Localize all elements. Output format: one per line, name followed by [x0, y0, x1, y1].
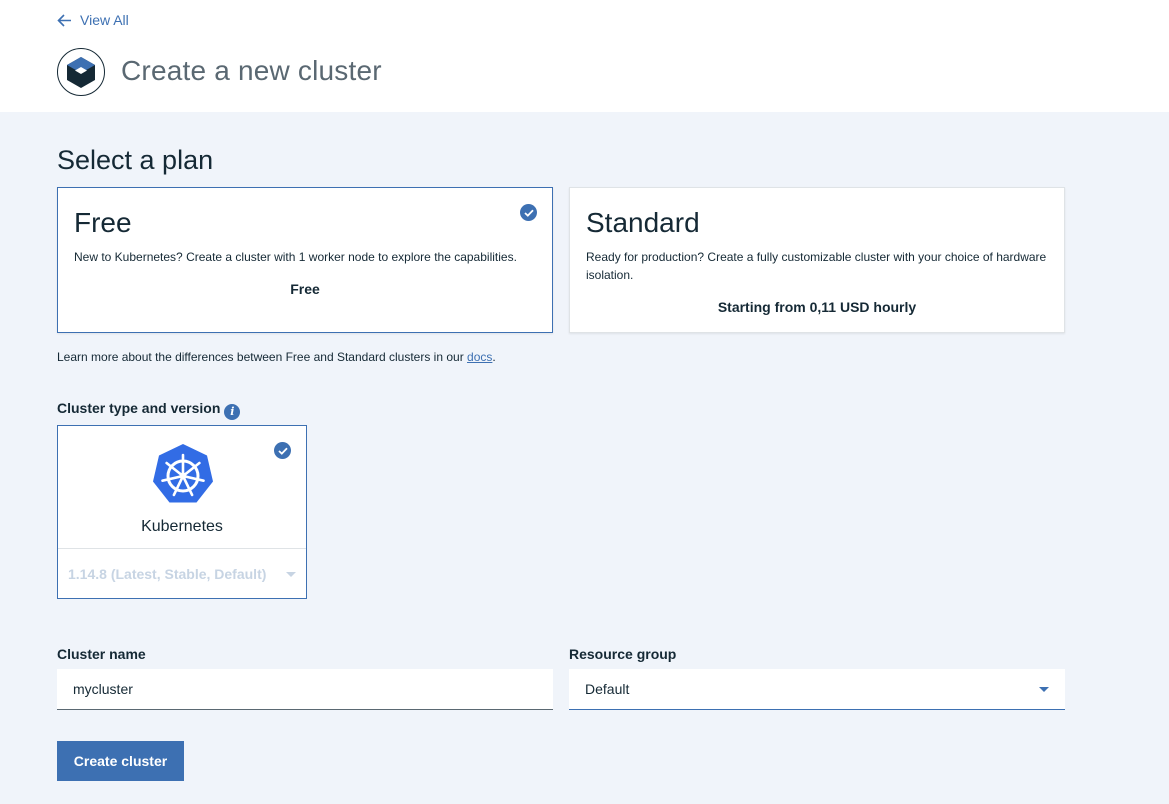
checkmark-icon [274, 442, 291, 459]
cube-icon [67, 57, 95, 88]
plan-name: Standard [586, 207, 700, 238]
chevron-down-icon [286, 571, 296, 577]
checkmark-icon [520, 204, 537, 221]
cluster-name-input[interactable]: mycluster [57, 669, 553, 710]
docs-link[interactable]: docs [467, 350, 492, 364]
plan-description: Ready for production? Create a fully cus… [586, 250, 1047, 282]
learn-more-text: Learn more about the differences between… [57, 350, 496, 364]
kubernetes-service-logo [57, 48, 105, 96]
create-cluster-button[interactable]: Create cluster [57, 741, 184, 781]
info-icon[interactable]: i [224, 403, 241, 420]
page-header: View All Create a new cluster [0, 0, 1169, 112]
arrow-left-icon [57, 13, 71, 27]
chevron-down-icon [1039, 686, 1049, 692]
plan-price: Free [290, 281, 320, 297]
cluster-name-label: Cluster name [57, 646, 146, 662]
cluster-type-name: Kubernetes [141, 518, 223, 535]
cluster-type-label-text: Cluster type and version [57, 400, 221, 416]
version-select[interactable]: 1.14.8 (Latest, Stable, Default) [68, 566, 296, 582]
cluster-type-label: Cluster type and version i [57, 400, 241, 420]
page-title: Create a new cluster [121, 55, 382, 86]
learn-more-prefix: Learn more about the differences between… [57, 350, 468, 364]
divider [58, 548, 306, 549]
view-all-label: View All [80, 12, 129, 28]
view-all-link[interactable]: View All [57, 12, 129, 28]
plan-card-standard[interactable]: Standard Ready for production? Create a … [569, 187, 1065, 333]
learn-more-suffix: . [492, 350, 496, 364]
cluster-type-card-kubernetes[interactable]: Kubernetes 1.14.8 (Latest, Stable, Defau… [57, 425, 307, 599]
version-select-value: 1.14.8 (Latest, Stable, Default) [68, 566, 267, 582]
select-plan-heading: Select a plan [57, 145, 214, 175]
plan-price: Starting from 0,11 USD hourly [717, 299, 917, 315]
resource-group-select[interactable]: Default [569, 669, 1065, 710]
plan-name: Free [74, 207, 132, 238]
resource-group-value: Default [585, 681, 630, 697]
kubernetes-icon [153, 444, 213, 503]
plan-card-free[interactable]: Free New to Kubernetes? Create a cluster… [57, 187, 553, 333]
resource-group-label: Resource group [569, 646, 677, 662]
cluster-name-value: mycluster [73, 681, 133, 697]
plan-description: New to Kubernetes? Create a cluster with… [74, 250, 517, 264]
